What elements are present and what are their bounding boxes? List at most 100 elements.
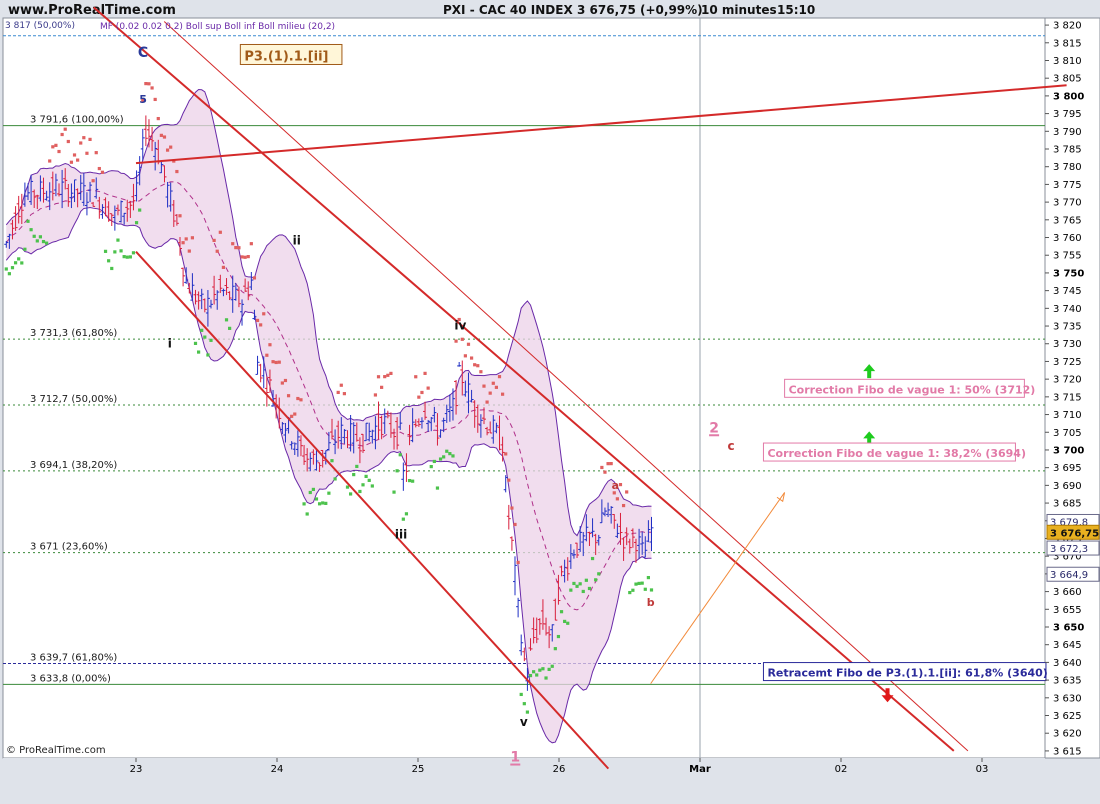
sar-dot xyxy=(317,502,322,506)
sar-dot xyxy=(308,490,312,495)
annotation-text: Correction Fibo de vague 1: 38,2% (3694) xyxy=(767,447,1026,460)
y-tick-label: 3 800 xyxy=(1053,91,1084,102)
sar-dot xyxy=(479,370,483,374)
x-tick-label: 23 xyxy=(130,764,143,775)
sar-dot xyxy=(566,621,570,625)
sar-dot xyxy=(532,670,536,674)
sar-dot xyxy=(60,132,64,137)
sar-dot xyxy=(224,318,229,322)
sar-dot xyxy=(525,710,530,714)
sar-dot xyxy=(144,81,148,86)
sar-dot xyxy=(485,400,489,404)
sar-dot xyxy=(100,170,105,174)
sar-dot xyxy=(463,354,467,358)
sar-dot xyxy=(380,385,384,389)
y-tick-label: 3 620 xyxy=(1053,729,1082,740)
sar-dot xyxy=(85,151,89,155)
sar-dot xyxy=(364,474,368,478)
chart-period[interactable]: 10 minutes xyxy=(701,3,777,17)
y-tick-label: 3 740 xyxy=(1053,304,1082,315)
sar-dot xyxy=(603,470,607,474)
sar-dot xyxy=(575,584,579,588)
sar-dot xyxy=(187,249,191,253)
fib-level-label: 3 639,7 (61,80%) xyxy=(30,652,117,663)
sar-dot xyxy=(110,266,114,271)
wave-label: a xyxy=(612,479,619,492)
y-tick-label: 3 640 xyxy=(1053,658,1082,669)
sar-dot xyxy=(119,249,123,253)
sar-dot xyxy=(175,169,179,174)
sar-dot xyxy=(345,485,350,489)
sar-dot xyxy=(314,497,319,501)
y-tick-label: 3 685 xyxy=(1053,499,1082,510)
sar-dot xyxy=(541,667,545,671)
sar-dot xyxy=(625,490,629,494)
sar-dot xyxy=(29,228,33,232)
sar-dot xyxy=(556,634,561,639)
time-axis-bg xyxy=(3,758,1045,778)
sar-dot xyxy=(355,464,359,469)
y-tick-label: 3 735 xyxy=(1053,322,1082,333)
sar-dot xyxy=(290,414,294,418)
sar-dot xyxy=(358,489,362,494)
sar-dot xyxy=(438,457,443,461)
sar-dot xyxy=(237,246,241,250)
sar-dot xyxy=(271,360,275,364)
fib-level-label: 3 712,7 (50,00%) xyxy=(30,394,117,405)
sar-dot xyxy=(231,242,235,246)
sar-dot xyxy=(299,398,303,402)
sar-dot xyxy=(255,318,260,323)
sar-dot xyxy=(491,381,495,385)
instrument-title: PXI - CAC 40 INDEX xyxy=(443,3,573,17)
sar-dot xyxy=(125,255,129,259)
sar-dot xyxy=(321,501,325,505)
sar-dot xyxy=(535,673,539,677)
sar-dot xyxy=(404,512,409,516)
y-tick-label: 3 725 xyxy=(1053,357,1082,368)
sar-dot xyxy=(45,241,49,245)
sar-dot xyxy=(212,238,216,243)
sar-dot xyxy=(69,160,74,164)
y-tick-label: 3 625 xyxy=(1053,711,1082,722)
x-tick-label: 24 xyxy=(271,764,284,775)
sar-dot xyxy=(649,588,654,592)
sar-dot xyxy=(494,385,498,389)
x-tick-label: Mar xyxy=(689,764,711,775)
fib-level-label: 3 791,6 (100,00%) xyxy=(30,115,124,126)
fib-level-label: 3 694,1 (38,20%) xyxy=(30,460,117,471)
sar-dot xyxy=(116,238,120,242)
sar-dot xyxy=(386,373,390,377)
sar-dot xyxy=(57,149,61,154)
sar-dot xyxy=(283,378,288,383)
sar-dot xyxy=(488,391,492,395)
sar-dot xyxy=(7,272,11,276)
sar-dot xyxy=(72,153,77,157)
sar-dot xyxy=(553,647,557,651)
sar-dot xyxy=(302,502,306,506)
sar-dot xyxy=(401,517,405,521)
sar-dot xyxy=(330,459,334,463)
site-name[interactable]: www.ProRealTime.com xyxy=(8,3,176,18)
y-tick-label: 3 775 xyxy=(1053,180,1082,191)
wave-label: 2 xyxy=(709,420,719,436)
sar-dot xyxy=(519,692,523,697)
sar-dot xyxy=(383,375,387,379)
sar-dot xyxy=(497,375,502,379)
sar-dot xyxy=(643,587,647,591)
sar-dot xyxy=(547,667,551,671)
x-tick-label: 03 xyxy=(976,764,989,775)
sar-dot xyxy=(646,575,650,580)
wave-label: 1 xyxy=(510,750,520,766)
sar-dot xyxy=(51,145,55,149)
sar-dot xyxy=(41,239,46,244)
sar-dot xyxy=(631,588,635,592)
sar-dot xyxy=(215,249,219,253)
sar-dot xyxy=(122,255,126,259)
sar-dot xyxy=(563,619,567,624)
sar-dot xyxy=(522,702,526,706)
sar-dot xyxy=(262,312,266,316)
sar-dot xyxy=(200,328,204,332)
y-tick-label: 3 630 xyxy=(1053,693,1082,704)
wave-label: iv xyxy=(454,319,466,333)
sar-dot xyxy=(581,589,585,594)
